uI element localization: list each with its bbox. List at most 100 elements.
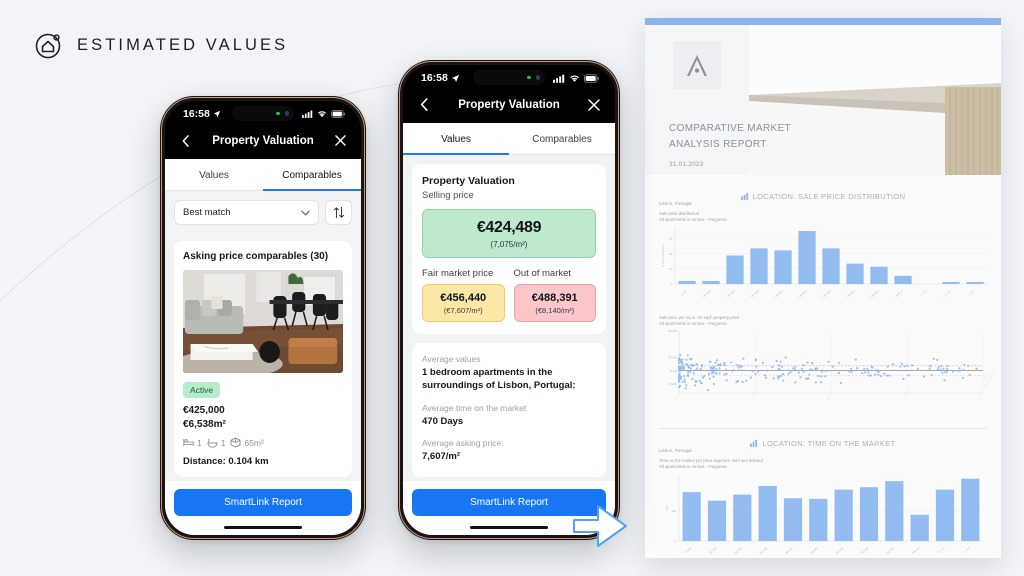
green-indicator-dot <box>276 111 280 116</box>
close-button[interactable] <box>587 97 602 112</box>
status-time: 16:58 <box>421 72 460 84</box>
average-price-value: 7,607/m² <box>422 451 461 463</box>
selling-price-per-sqm: (7,075/m²) <box>490 240 528 249</box>
cellular-icon <box>553 74 565 83</box>
wifi-icon <box>570 75 579 82</box>
chart-meta: Lisbon, Portugal Time on the market per … <box>645 448 1001 471</box>
comparables-scroll[interactable]: Asking price comparables (30) Active €42… <box>165 232 361 481</box>
tab-comparables[interactable]: Comparables <box>509 123 615 154</box>
svg-text:300-400k: 300-400k <box>759 546 769 555</box>
chart-subtitle: Time on the market per price segment, so… <box>659 458 763 470</box>
area-icon <box>230 437 242 448</box>
svg-text:15: 15 <box>669 267 672 271</box>
svg-text:Number of properties: Number of properties <box>662 244 665 267</box>
section-time-on-market: LOCATION: TIME ON THE MARKET Lisbon, Por… <box>645 435 1001 558</box>
nav-bar: Property Valuation <box>165 124 361 159</box>
svg-text:0-100k: 0-100k <box>680 289 688 297</box>
close-button[interactable] <box>333 133 348 148</box>
battery-icon <box>584 73 599 83</box>
sale-price-distribution-chart: 0 15 30 45 Number of properties 0-100k 100-200… <box>662 227 987 298</box>
dynamic-island <box>473 70 545 85</box>
bed-icon <box>183 438 194 447</box>
section-divider <box>659 428 987 430</box>
comparable-card[interactable]: Asking price comparables (30) Active €42… <box>174 241 352 477</box>
tab-values[interactable]: Values <box>165 159 263 190</box>
sort-controls: Best match <box>165 191 361 232</box>
home-indicator <box>165 522 361 535</box>
svg-text:900k-1M: 900k-1M <box>895 289 904 297</box>
spec-area: 65m² <box>230 437 264 448</box>
svg-text:500-600k: 500-600k <box>798 289 808 298</box>
svg-text:€16,000: €16,000 <box>669 331 678 333</box>
out-of-market-per-sqm: (€8,140/m²) <box>535 306 575 315</box>
fair-market-box: €456,440 (€7,607/m²) <box>422 284 505 322</box>
valuation-card: Property Valuation Selling price €424,48… <box>412 164 606 334</box>
tab-bar: Values Comparables <box>403 123 615 155</box>
svg-text:700-800k: 700-800k <box>846 289 856 298</box>
svg-text:0: 0 <box>671 282 673 286</box>
status-time: 16:58 <box>183 108 221 120</box>
out-of-market-box: €488,391 (€8,140/m²) <box>513 284 596 322</box>
sort-select[interactable]: Best match <box>174 200 319 225</box>
property-photo <box>183 270 343 373</box>
svg-text:100-200k: 100-200k <box>708 546 718 555</box>
svg-text:1.1-1.2M: 1.1-1.2M <box>943 289 952 298</box>
back-button[interactable] <box>178 133 193 148</box>
price-range-boxes: €456,440 (€7,607/m²) €488,391 (€8,140/m²… <box>422 284 596 322</box>
section-sale-price-distribution: LOCATION. SALE PRICE DISTRIBUTION Lisbon… <box>645 188 1001 309</box>
svg-text:0-100k: 0-100k <box>685 546 693 554</box>
brand-logo: ESTIMATED VALUES <box>34 30 288 60</box>
card-specs: 1 1 65m² <box>183 437 343 448</box>
status-bar: 16:58 <box>165 101 361 124</box>
section-price-per-sqm-scatter: Sale price per sq.m. for each property p… <box>645 309 1001 423</box>
brand-name: ESTIMATED VALUES <box>77 35 289 54</box>
svg-text:Days: Days <box>666 504 669 510</box>
svg-text:€4,000: €4,000 <box>670 384 678 386</box>
bath-icon <box>207 438 218 448</box>
svg-text:€10,000: €10,000 <box>669 358 678 360</box>
svg-text:30: 30 <box>669 252 672 256</box>
time-on-market-chart: 0 250Days 0-100k 100-200k 200-300k 300-400k 40… <box>666 474 983 555</box>
average-time-value: 470 Days <box>422 415 464 427</box>
chart-location: Lisbon, Portugal <box>659 448 692 454</box>
svg-text:200-300k: 200-300k <box>734 546 744 555</box>
selling-price-amount: €424,489 <box>476 219 542 236</box>
arrow-pointer-right-icon <box>573 505 627 547</box>
price-per-sqm-scatter-chart: €16,000 €10,000 €7,000 €4,000 <box>669 331 994 401</box>
average-time-label: Average time on the market <box>422 402 527 413</box>
nav-bar: Property Valuation <box>403 88 615 123</box>
svg-text:600-700k: 600-700k <box>835 546 845 555</box>
chart-subtitle: Sale price per sq.m. for each property p… <box>659 314 740 326</box>
home-circle-icon <box>34 30 64 60</box>
back-button[interactable] <box>416 97 431 112</box>
cma-report-panel: COMPARATIVE MARKET ANALYSIS REPORT 31.01… <box>645 18 1001 558</box>
svg-text:300-400k: 300-400k <box>750 289 760 298</box>
card-price-sqm: €6,538m² <box>183 419 226 430</box>
smartlink-report-button[interactable]: SmartLink Report <box>174 488 352 516</box>
fair-market-label: Fair market price <box>422 268 494 279</box>
sort-order-button[interactable] <box>325 200 352 225</box>
page-title: Property Valuation <box>458 98 560 111</box>
svg-text:1.1M+: 1.1M+ <box>964 546 971 553</box>
tab-values[interactable]: Values <box>403 123 509 155</box>
section-title: LOCATION. SALE PRICE DISTRIBUTION <box>645 192 1001 201</box>
cellular-icon <box>302 110 313 118</box>
svg-text:800-900k: 800-900k <box>870 289 880 298</box>
svg-text:400-500k: 400-500k <box>774 289 784 298</box>
svg-text:100-200k: 100-200k <box>702 289 712 298</box>
chart-meta: Lisbon, Portugal Sale price distribution… <box>645 201 1001 224</box>
card-price: €425,000 <box>183 405 225 416</box>
average-values-heading: Average values <box>422 354 481 364</box>
price-range-labels: Fair market price Out of market <box>422 268 596 279</box>
svg-text:200-300k: 200-300k <box>726 289 736 298</box>
battery-icon <box>331 110 345 118</box>
average-values-card: Average values 1 bedroom apartments in t… <box>412 343 606 478</box>
dynamic-island <box>232 106 294 121</box>
svg-text:900k-1M: 900k-1M <box>911 546 920 554</box>
values-scroll[interactable]: Property Valuation Selling price €424,48… <box>403 155 615 481</box>
sort-select-value: Best match <box>183 207 231 218</box>
spec-bedrooms: 1 <box>183 438 202 448</box>
phone-values: 16:58 Property Valuation Values Comparab… <box>398 60 620 540</box>
report-hero: COMPARATIVE MARKET ANALYSIS REPORT 31.01… <box>645 25 1001 188</box>
tab-comparables[interactable]: Comparables <box>263 159 361 191</box>
